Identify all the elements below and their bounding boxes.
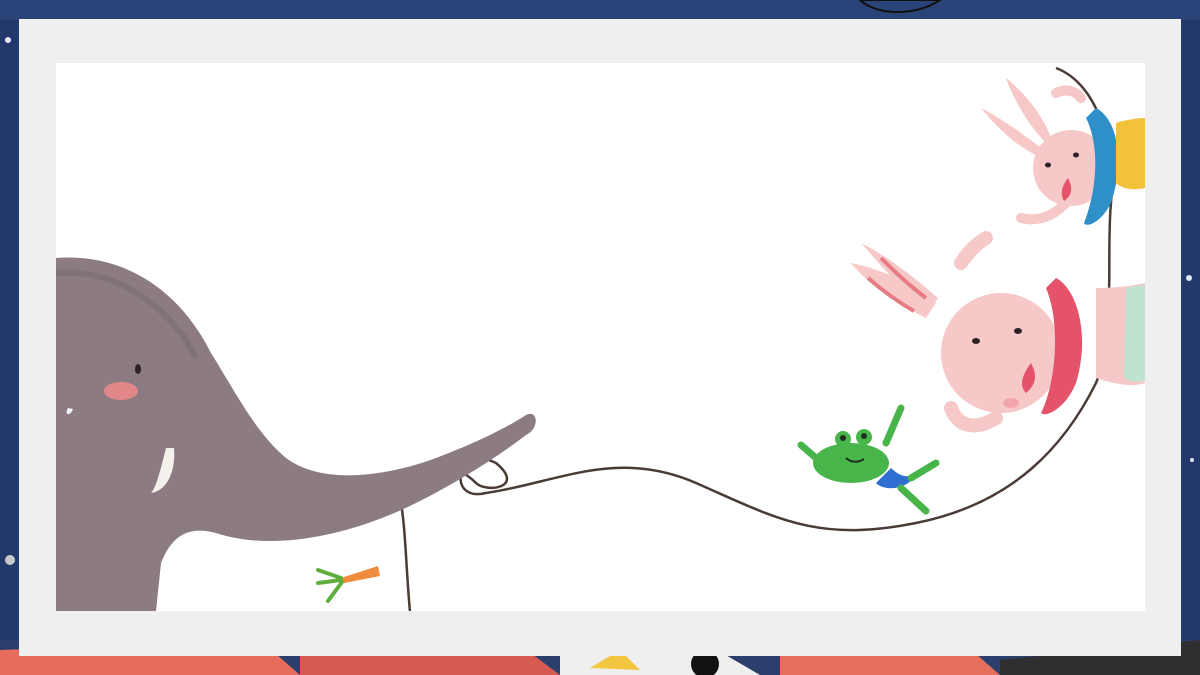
carrot-handle xyxy=(316,566,380,603)
illustration xyxy=(56,66,1145,611)
bunny-illustration-large xyxy=(851,231,1145,433)
frog-illustration xyxy=(797,404,940,515)
elephant-illustration xyxy=(56,257,536,611)
illustration-canvas xyxy=(56,63,1145,611)
bunny-illustration-small xyxy=(981,78,1145,225)
